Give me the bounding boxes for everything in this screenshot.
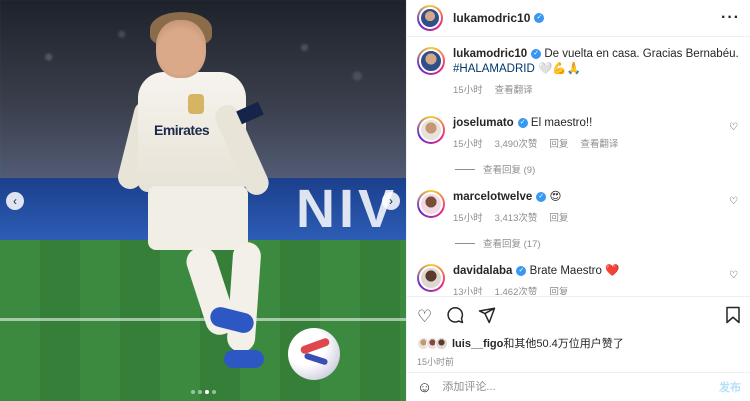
verified-icon: ✓ <box>516 265 527 276</box>
likes-summary[interactable]: luis__figo和其他50.4万位用户赞了 <box>417 335 741 351</box>
comment-text: El maestro!! <box>530 117 593 129</box>
verified-icon: ✓ <box>531 48 542 59</box>
heart-icon[interactable]: ♡ <box>729 270 738 281</box>
liker-username[interactable]: luis__figo <box>452 338 503 350</box>
carousel-dot <box>211 390 216 394</box>
post-button[interactable]: 发布 <box>719 379 741 395</box>
comment-item: marcelotwelve ✓ 😍 15小时 3,413次赞 回复 ♡ <box>417 190 740 226</box>
share-icon[interactable] <box>478 306 496 327</box>
view-replies-button[interactable]: 查看回复 (9) <box>455 162 740 176</box>
comment-icon[interactable] <box>446 306 464 327</box>
avatar[interactable] <box>417 264 445 292</box>
banner-text: NIV <box>295 179 398 239</box>
verified-icon: ✓ <box>534 13 545 23</box>
caption-time: 15小时 <box>453 85 483 96</box>
caption-hashtag[interactable]: #HALAMADRID <box>453 63 535 75</box>
avatar[interactable] <box>417 116 445 144</box>
avatar[interactable] <box>417 190 445 218</box>
player-head <box>156 20 206 78</box>
heart-icon[interactable]: ♡ <box>729 122 738 133</box>
comment-username[interactable]: joselumato <box>453 117 514 129</box>
view-replies-button[interactable]: 查看回复 (17) <box>455 236 740 250</box>
carousel-dot <box>197 390 202 394</box>
caption-text: De vuelta en casa. Gracias Bernabéu. <box>544 48 739 60</box>
caption-emojis: 🤍💪🙏 <box>538 63 581 75</box>
player-shorts <box>148 186 248 250</box>
carousel-dot-active <box>204 390 209 394</box>
see-translation-link[interactable]: 查看翻译 <box>495 83 533 98</box>
bookmark-icon[interactable] <box>725 306 741 327</box>
comment-composer: ☺ 发布 <box>407 372 750 401</box>
header-username[interactable]: lukamodric10 <box>453 11 530 25</box>
caption: lukamodric10 ✓ De vuelta en casa. Gracias… <box>417 47 740 98</box>
comment-time: 15小时 <box>453 139 483 150</box>
reply-button[interactable]: 回复 <box>549 211 568 226</box>
chevron-left-icon[interactable]: ‹ <box>6 192 24 210</box>
shirt-sponsor: Emirates <box>154 122 210 138</box>
verified-icon: ✓ <box>517 117 528 128</box>
action-bar: ♡ luis__figo和其他50.4万位用户赞了 15小时前 <box>407 296 750 368</box>
comment-time: 13小时 <box>453 287 483 295</box>
view-replies-label: 查看回复 (17) <box>483 239 541 250</box>
post-photo[interactable]: NIV Emirates ‹ › <box>0 0 406 401</box>
more-icon[interactable]: ··· <box>721 9 740 27</box>
post-panel: lukamodric10 ✓ ··· lukamodric10 ✓ De vuel… <box>406 0 750 401</box>
comment-item: davidalaba ✓ Brate Maestro ❤️ 13小时 1,462次… <box>417 264 740 295</box>
carousel-dot <box>190 390 195 394</box>
carousel-dots <box>0 390 406 394</box>
comment-likes[interactable]: 3,413次赞 <box>495 211 538 226</box>
comment-text: Brate Maestro ❤️ <box>529 265 620 277</box>
comment-item: joselumato ✓ El maestro!! 15小时 3,490次赞 回复… <box>417 116 740 152</box>
club-badge <box>188 94 204 114</box>
reply-button[interactable]: 回复 <box>549 285 568 295</box>
player-boot-right <box>224 350 264 368</box>
view-replies-label: 查看回复 (9) <box>483 165 536 176</box>
reply-button[interactable]: 回复 <box>549 137 568 152</box>
replies-divider <box>455 168 475 170</box>
avatar[interactable] <box>417 47 445 75</box>
emoji-icon[interactable]: ☺ <box>417 379 432 396</box>
comment-username[interactable]: marcelotwelve <box>453 191 532 203</box>
comment-username[interactable]: davidalaba <box>453 265 512 277</box>
avatar <box>435 336 448 350</box>
post-header: lukamodric10 ✓ ··· <box>407 0 750 37</box>
chevron-right-icon[interactable]: › <box>382 192 400 210</box>
post-timestamp: 15小时前 <box>417 357 455 367</box>
replies-divider <box>455 242 475 244</box>
football <box>288 328 340 380</box>
comment-text: 😍 <box>549 191 562 203</box>
see-translation-link[interactable]: 查看翻译 <box>580 137 618 152</box>
avatar[interactable] <box>417 5 443 31</box>
comment-likes[interactable]: 1,462次赞 <box>495 285 538 295</box>
heart-icon[interactable]: ♡ <box>729 196 738 207</box>
heart-icon[interactable]: ♡ <box>417 308 432 325</box>
verified-icon: ✓ <box>536 191 547 202</box>
instagram-post: NIV Emirates ‹ › lukamodric10 ✓ ··· luka… <box>0 0 750 401</box>
player-leg-right <box>226 241 262 353</box>
comments-section: lukamodric10 ✓ De vuelta en casa. Gracias… <box>407 37 750 295</box>
caption-username[interactable]: lukamodric10 <box>453 48 527 60</box>
player-figure: Emirates <box>115 10 290 380</box>
comment-input[interactable] <box>442 381 719 393</box>
comment-likes[interactable]: 3,490次赞 <box>495 137 538 152</box>
comment-time: 15小时 <box>453 213 483 224</box>
likes-count-text: 和其他50.4万位用户赞了 <box>503 338 624 350</box>
